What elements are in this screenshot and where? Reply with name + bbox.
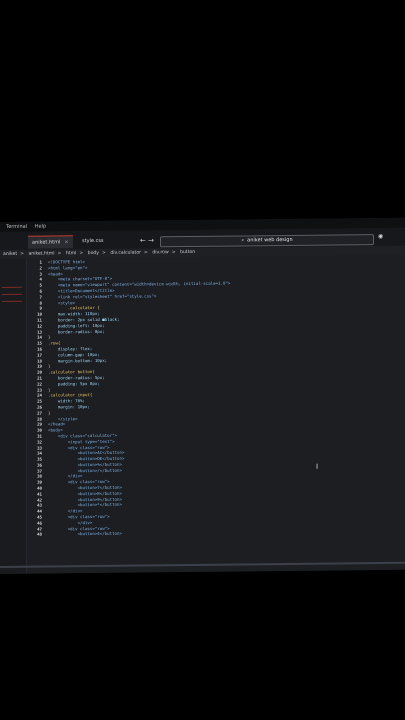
code-text: </head> [48,421,66,427]
code-text: .calculator button{ [48,369,95,375]
code-text: } [48,387,51,393]
nav-arrows: ← → [140,236,154,244]
breadcrumb-item[interactable]: html [66,251,76,256]
menu-terminal[interactable]: Terminal [6,224,27,230]
code-text: <head> [48,270,63,277]
code-text: } [48,410,51,416]
forward-arrow-icon[interactable]: → [148,236,154,244]
code-text: <div class="calculator"> [48,432,118,439]
search-value: aniket web design [247,236,293,244]
tab-aniket-html[interactable]: aniket.html × [28,235,73,249]
back-arrow-icon[interactable]: ← [140,236,146,244]
breadcrumb-item[interactable]: div.calculator [110,251,141,256]
code-text: width: 70%; [48,398,85,404]
breadcrumb-item[interactable]: aniket.html [28,251,54,256]
breadcrumb-item[interactable]: button [180,250,195,255]
vscode-window: Terminal Help aniket.html × style.css ← →… [0,217,405,574]
code-text: max-width: 110px; [48,311,100,317]
close-icon[interactable]: × [64,239,68,245]
search-icon: ⌕ [241,237,245,244]
code-text: <button>8</button> [48,490,122,497]
breadcrumb-item[interactable]: body [88,251,99,256]
account-icon[interactable]: ◉ [378,233,383,240]
code-text: <!DOCTYPE html> [48,259,85,265]
code-text: <input type="text"> [48,438,115,445]
code-text: <div class="row"> [48,444,110,450]
modified-marker [2,286,22,288]
modified-marker [2,293,22,295]
code-editor[interactable]: 1 <!DOCTYPE html> 2 <html lang="en"> 3 <head>… [28,256,405,574]
code-text: border-radius: 8px; [48,328,105,335]
code-text: margin-bottom: 10px; [48,357,108,364]
code-text: <body> [48,427,63,433]
code-text: <button>/</button> [48,467,122,474]
code-text: padding: 5px 8px; [48,380,100,387]
tab-label: aniket.html [32,239,61,246]
code-text: border-radius: 5px; [48,374,105,381]
code-text: <button>9</button> [48,496,122,503]
code-text: </div> [48,519,93,526]
code-text: padding-left: 10px; [48,322,105,329]
code-text: display: flex; [48,345,93,352]
code-text: column-gap: 10px; [48,351,100,358]
code-text: <meta charset="UTF-8"> [48,276,113,282]
code-text: <button>*</button> [48,502,122,508]
code-text: <style> [48,299,76,306]
code-text: <div class="row"> [48,513,110,520]
tab-label: style.css [82,237,104,245]
code-text: <title>Document</title> [48,287,115,294]
code-text: </div> [48,508,83,514]
code-text: margin: 10px; [48,403,90,410]
code-text: } [48,334,51,340]
code-text: <button>7</button> [48,484,122,491]
code-text: } [48,363,51,369]
breadcrumb-item[interactable]: aniket [3,252,17,257]
code-text: border: 2px solid ■black; [48,316,120,323]
line-number: 48 [37,532,42,538]
code-text: .calculator input{ [48,392,93,398]
code-text: <div class="row"> [48,479,110,485]
code-text: <div class="row"> [48,525,110,532]
code-text: </style> [48,415,78,422]
breadcrumb-item[interactable]: div.row [152,250,168,255]
modified-marker [2,300,22,302]
activity-gutter [0,258,27,574]
menu-help[interactable]: Help [35,224,46,230]
code-text: .calculator { [48,305,100,311]
code-text: </div> [48,473,83,479]
code-text: <button>%</button> [48,461,122,468]
code-text: .row{ [48,340,61,346]
tab-style-css[interactable]: style.css [78,235,108,247]
text-cursor-icon: I [316,462,319,471]
code-text: <html lang="en"> [48,264,88,271]
code-text: <button>4</button> [48,531,122,537]
command-center-search[interactable]: ⌕ aniket web design [160,234,374,248]
